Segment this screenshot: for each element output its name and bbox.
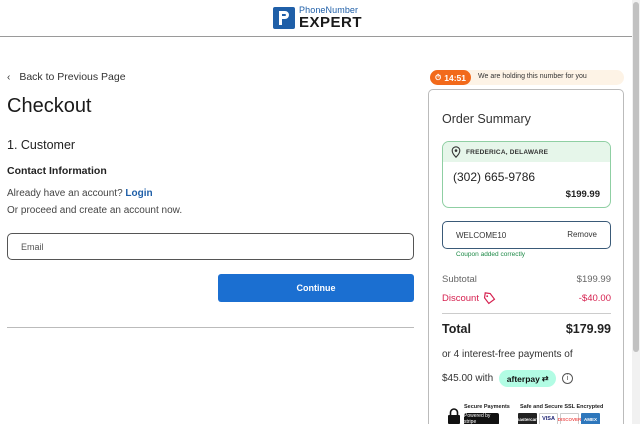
coupon-box: WELCOME10 Remove	[442, 221, 611, 249]
amex-icon: AMEX	[581, 413, 600, 424]
site-header: PhoneNumber EXPERT	[0, 0, 632, 37]
timer-message: We are holding this number for you	[478, 73, 587, 80]
afterpay-label: afterpay	[506, 373, 540, 384]
total-row: Total $179.99	[442, 322, 611, 336]
page-title: Checkout	[7, 95, 92, 117]
total-label: Total	[442, 322, 471, 336]
subtotal-row: Subtotal $199.99	[442, 274, 611, 285]
have-account-label: Already have an account?	[7, 188, 123, 199]
lock-icon	[448, 408, 460, 424]
stripe-badge: Powered by stripe	[464, 413, 499, 424]
coupon-remove-button[interactable]: Remove	[567, 230, 597, 239]
coupon-code: WELCOME10	[456, 231, 507, 240]
order-summary-panel: Order Summary FREDERICA, DELAWARE (302) …	[428, 89, 624, 424]
continue-button[interactable]: Continue	[218, 274, 414, 302]
logo-bottom-text: EXPERT	[299, 14, 363, 31]
stopwatch-icon: ⏱	[435, 72, 442, 82]
page-scrollbar[interactable]	[632, 0, 640, 424]
proceed-text: Or proceed and create an account now.	[7, 205, 183, 216]
hold-timer-banner: ⏱ 14:51 We are holding this number for y…	[430, 70, 624, 85]
secure-payments-label: Secure Payments	[464, 404, 510, 410]
subtotal-value: $199.99	[576, 274, 611, 285]
email-input[interactable]	[7, 233, 414, 260]
timer-badge: ⏱ 14:51	[430, 70, 471, 85]
location-pin-icon	[451, 146, 461, 158]
timer-value: 14:51	[444, 72, 466, 83]
location-label: FREDERICA, DELAWARE	[466, 148, 549, 156]
visa-icon: VISA	[539, 413, 558, 424]
discover-icon: DISCOVER	[558, 413, 581, 424]
scrollbar-thumb[interactable]	[633, 2, 639, 352]
logo-mark-icon	[273, 7, 295, 29]
subtotal-label: Subtotal	[442, 274, 477, 285]
total-value: $179.99	[565, 322, 611, 336]
section-divider	[7, 327, 414, 328]
step-title: 1. Customer	[7, 138, 76, 152]
tag-icon	[483, 292, 496, 305]
afterpay-badge: afterpay ⇄	[499, 370, 557, 387]
installment-amount: $45.00 with	[442, 373, 494, 384]
logo-text: PhoneNumber EXPERT	[299, 6, 363, 31]
mastercard-icon: mastercard	[515, 413, 540, 424]
back-link-label: Back to Previous Page	[19, 71, 126, 83]
phone-number: (302) 665-9786	[453, 170, 536, 184]
card-logos: mastercard VISA DISCOVER AMEX	[515, 413, 602, 424]
coupon-success-note: Coupon added correctly	[456, 251, 526, 258]
afterpay-arrows-icon: ⇄	[541, 374, 549, 383]
site-logo[interactable]: PhoneNumber EXPERT	[273, 6, 362, 30]
chevron-left-icon: ‹	[7, 71, 11, 83]
order-summary-title: Order Summary	[442, 112, 531, 126]
location-header: FREDERICA, DELAWARE	[443, 142, 610, 162]
info-icon[interactable]: i	[562, 373, 574, 384]
discount-label-group: Discount	[442, 292, 496, 305]
phone-number-card: FREDERICA, DELAWARE (302) 665-9786 $199.…	[442, 141, 611, 208]
installment-text: or 4 interest-free payments of	[442, 349, 573, 360]
login-link[interactable]: Login	[125, 188, 152, 199]
installment-amount-row: $45.00 with afterpay ⇄ i	[442, 370, 574, 387]
security-badges: Secure Payments Powered by stripe Safe a…	[447, 404, 607, 424]
contact-heading: Contact Information	[7, 165, 107, 177]
discount-label: Discount	[442, 293, 479, 304]
discount-value: -$40.00	[578, 293, 611, 304]
discount-row: Discount -$40.00	[442, 292, 611, 305]
back-link[interactable]: ‹ Back to Previous Page	[7, 71, 126, 83]
summary-separator	[442, 313, 611, 314]
number-price: $199.99	[565, 189, 600, 200]
ssl-label: Safe and Secure SSL Encrypted	[520, 404, 604, 410]
have-account-text: Already have an account? Login	[7, 188, 153, 199]
